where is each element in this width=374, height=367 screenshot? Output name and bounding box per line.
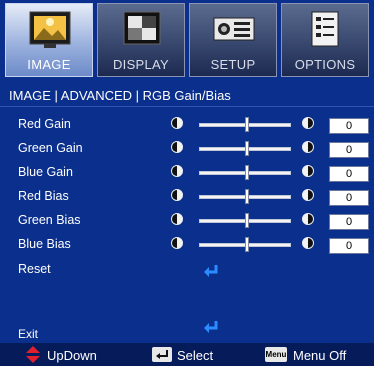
value-box: 0 — [329, 214, 369, 230]
contrast-high-icon — [302, 213, 314, 225]
setting-row-green-gain[interactable]: Green Gain 0 — [0, 139, 374, 161]
tab-label: OPTIONS — [294, 57, 356, 72]
display-icon — [123, 11, 161, 45]
contrast-low-icon — [171, 117, 183, 129]
setting-label: Blue Gain — [18, 165, 73, 179]
value-box: 0 — [329, 166, 369, 182]
slider-knob[interactable] — [245, 141, 249, 156]
updown-arrow-icon — [26, 346, 40, 363]
setting-label: Green Bias — [18, 213, 81, 227]
tab-label: IMAGE — [27, 57, 71, 72]
setting-label: Blue Bias — [18, 237, 71, 251]
exit-enter-icon[interactable] — [203, 320, 219, 334]
options-icon — [311, 11, 339, 47]
select-label: Select — [177, 348, 214, 363]
value-box: 0 — [329, 118, 369, 134]
contrast-low-icon — [171, 189, 183, 201]
osd-menu: IMAGE DISPLAY SETUP OPTIONS IMAGE | ADVA… — [0, 0, 374, 366]
image-icon — [29, 11, 71, 48]
tab-bar: IMAGE DISPLAY SETUP OPTIONS — [5, 3, 369, 77]
contrast-low-icon — [171, 237, 183, 249]
contrast-high-icon — [302, 189, 314, 201]
contrast-low-icon — [171, 141, 183, 153]
setup-icon — [213, 17, 255, 41]
reset-row[interactable]: Reset — [0, 260, 374, 282]
breadcrumb: IMAGE | ADVANCED | RGB Gain/Bias — [9, 88, 231, 103]
menu-key-icon: Menu — [265, 347, 287, 362]
setting-label: Red Gain — [18, 117, 71, 131]
divider — [0, 106, 374, 107]
slider-knob[interactable] — [245, 213, 249, 228]
enter-icon[interactable] — [203, 264, 219, 278]
setting-row-blue-gain[interactable]: Blue Gain 0 — [0, 163, 374, 185]
tab-label: DISPLAY — [112, 57, 170, 72]
setting-label: Red Bias — [18, 189, 69, 203]
tab-label: SETUP — [210, 57, 256, 72]
setting-row-green-bias[interactable]: Green Bias 0 — [0, 211, 374, 233]
exit-label[interactable]: Exit — [18, 327, 38, 341]
footer-bar: UpDown Select Menu Menu Off — [0, 343, 374, 366]
setting-label: Green Gain — [18, 141, 83, 155]
value-box: 0 — [329, 238, 369, 254]
value-box: 0 — [329, 190, 369, 206]
contrast-low-icon — [171, 213, 183, 225]
slider-knob[interactable] — [245, 237, 249, 252]
tab-display[interactable]: DISPLAY — [97, 3, 185, 77]
tab-options[interactable]: OPTIONS — [281, 3, 369, 77]
menu-off-label: Menu Off — [293, 348, 347, 363]
tab-image[interactable]: IMAGE — [5, 3, 93, 77]
setting-row-red-bias[interactable]: Red Bias 0 — [0, 187, 374, 209]
slider-knob[interactable] — [245, 189, 249, 204]
enter-key-icon — [152, 347, 172, 362]
contrast-high-icon — [302, 237, 314, 249]
contrast-high-icon — [302, 165, 314, 177]
slider-knob[interactable] — [245, 117, 249, 132]
tab-setup[interactable]: SETUP — [189, 3, 277, 77]
value-box: 0 — [329, 142, 369, 158]
contrast-high-icon — [302, 141, 314, 153]
contrast-low-icon — [171, 165, 183, 177]
contrast-high-icon — [302, 117, 314, 129]
setting-row-red-gain[interactable]: Red Gain 0 — [0, 115, 374, 137]
setting-row-blue-bias[interactable]: Blue Bias 0 — [0, 235, 374, 257]
slider-knob[interactable] — [245, 165, 249, 180]
reset-label: Reset — [18, 262, 51, 276]
updown-label: UpDown — [47, 348, 97, 363]
